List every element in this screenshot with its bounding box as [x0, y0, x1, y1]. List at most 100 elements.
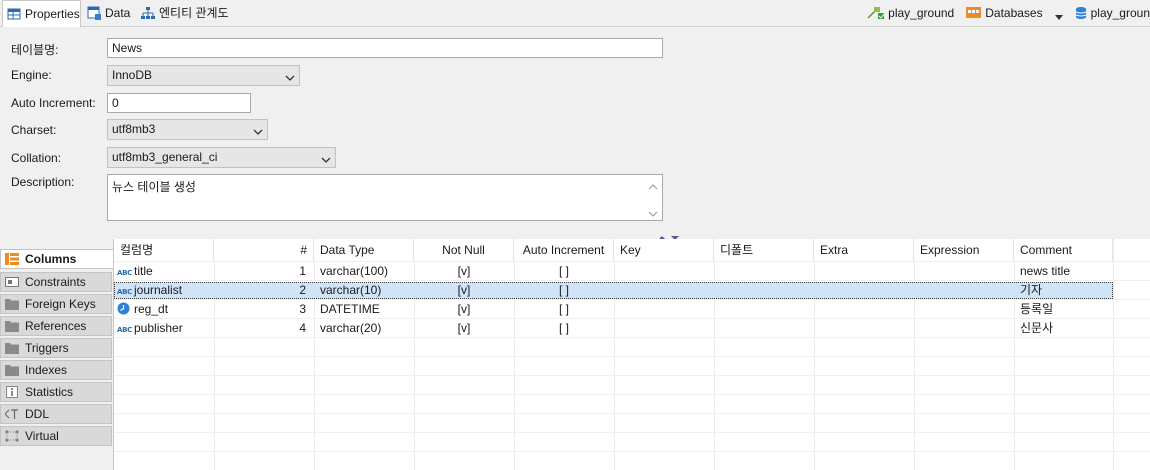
description-textarea[interactable]: 뉴스 테이블 생성: [107, 174, 663, 221]
folder-icon: [5, 320, 19, 332]
virtual-icon: [5, 430, 19, 442]
cell-auto-increment: [ ]: [558, 264, 569, 278]
cell-num: 2: [299, 283, 306, 297]
cell-auto-increment: [ ]: [558, 321, 569, 335]
cell-not-null: [v]: [457, 283, 471, 297]
side-tab-constraints[interactable]: Constraints: [0, 272, 112, 292]
side-tab-virtual[interactable]: Virtual: [0, 426, 112, 446]
collation-select[interactable]: utf8mb3_general_ci: [107, 147, 336, 168]
columns-grid[interactable]: 컬럼명 # Data Type Not Null Auto Increment …: [113, 239, 1150, 470]
side-tab-label: Indexes: [25, 363, 68, 377]
side-tab-indexes[interactable]: Indexes: [0, 360, 112, 380]
cell-num: 4: [299, 321, 306, 335]
cell-name: publisher: [134, 321, 183, 335]
scroll-up-icon[interactable]: [648, 180, 658, 190]
side-tab-references[interactable]: References: [0, 316, 112, 336]
cell-comment: 등록일: [1020, 302, 1054, 316]
collation-label: Collation:: [11, 151, 62, 165]
cell-comment: 신문사: [1020, 321, 1054, 335]
side-tab-label: DDL: [25, 407, 50, 421]
ddl-icon: [4, 408, 19, 420]
columns-icon: [5, 253, 19, 265]
cell-num: 3: [299, 302, 306, 316]
breadcrumb-connection[interactable]: play_ground: [867, 6, 954, 20]
side-tab-ddl[interactable]: DDL: [0, 404, 112, 424]
tab-label: 엔티티 관계도: [159, 6, 229, 20]
connection-icon: [867, 6, 885, 20]
cell-type: varchar(100): [320, 264, 389, 278]
folder-icon: [5, 364, 19, 376]
info-icon: [5, 386, 19, 398]
description-value: 뉴스 테이블 생성: [112, 180, 196, 194]
column-header[interactable]: Auto Increment: [514, 239, 614, 261]
column-header[interactable]: #: [214, 239, 314, 261]
column-header[interactable]: Data Type: [314, 239, 414, 261]
er-diagram-icon: [141, 6, 155, 20]
side-tab-statistics[interactable]: Statistics: [0, 382, 112, 402]
charset-label: Charset:: [11, 123, 57, 137]
engine-value: InnoDB: [112, 68, 153, 82]
text-type-icon: ABC: [117, 288, 132, 296]
table-name-label: 테이블명:: [11, 43, 59, 57]
engine-select[interactable]: InnoDB: [107, 65, 300, 86]
editor-tab-bar: Properties Data 엔티티 관계도 play_ground Data…: [0, 0, 1150, 27]
table-name-input[interactable]: News: [107, 38, 663, 58]
side-tab-label: Triggers: [25, 341, 69, 355]
column-header[interactable]: 컬럼명: [114, 239, 214, 261]
constraints-icon: [5, 276, 19, 288]
cell-num: 1: [299, 264, 306, 278]
cell-comment: news title: [1020, 264, 1071, 278]
tab-er-diagram[interactable]: 엔티티 관계도: [137, 0, 239, 25]
scroll-down-icon[interactable]: [648, 207, 658, 217]
side-tab-label: References: [25, 319, 87, 333]
side-tab-label: Foreign Keys: [25, 297, 96, 311]
folder-icon: [5, 342, 19, 354]
column-header[interactable]: Extra: [814, 239, 914, 261]
chevron-down-icon: [321, 151, 331, 163]
column-header[interactable]: Expression: [914, 239, 1014, 261]
cell-name: reg_dt: [134, 302, 169, 316]
breadcrumb-databases[interactable]: Databases: [966, 6, 1063, 20]
cell-comment: 기자: [1020, 283, 1043, 297]
side-tab-columns[interactable]: Columns: [0, 249, 113, 269]
clock-icon: [117, 302, 130, 315]
database-icon: [1075, 6, 1087, 20]
auto-increment-label: Auto Increment:: [11, 96, 96, 110]
cell-auto-increment: [ ]: [558, 302, 569, 316]
chevron-down-icon[interactable]: [1054, 10, 1063, 20]
tab-properties[interactable]: Properties: [2, 0, 81, 27]
description-label: Description:: [11, 175, 75, 189]
chevron-down-icon: [285, 69, 295, 81]
splitter-toggle-icon[interactable]: [658, 231, 682, 240]
text-type-icon: ABC: [117, 269, 132, 277]
column-header[interactable]: Comment: [1014, 239, 1113, 261]
tab-label: Data: [105, 5, 131, 20]
cell-name: journalist: [134, 283, 183, 297]
side-tab-label: Columns: [25, 252, 77, 266]
tab-data[interactable]: Data: [83, 0, 135, 25]
cell-type: varchar(10): [320, 283, 382, 297]
collation-value: utf8mb3_general_ci: [112, 150, 218, 164]
column-header[interactable]: Not Null: [414, 239, 514, 261]
text-type-icon: ABC: [117, 326, 132, 334]
engine-label: Engine:: [11, 68, 52, 82]
side-tab-label: Virtual: [25, 429, 59, 443]
breadcrumb: play_ground Databases play_groun: [867, 0, 1150, 25]
column-header[interactable]: 디폴트: [714, 239, 814, 261]
side-tab-label: Constraints: [25, 275, 86, 289]
charset-value: utf8mb3: [112, 122, 156, 136]
tab-label: Properties: [25, 7, 80, 21]
cell-not-null: [v]: [457, 264, 471, 278]
cell-name: title: [134, 264, 153, 278]
side-tab-foreign-keys[interactable]: Foreign Keys: [0, 294, 112, 314]
properties-icon: [7, 7, 21, 21]
breadcrumb-database[interactable]: play_groun: [1075, 6, 1150, 20]
breadcrumb-label: play_groun: [1090, 5, 1150, 20]
auto-increment-input[interactable]: 0: [107, 93, 251, 113]
cell-type: varchar(20): [320, 321, 382, 335]
column-header[interactable]: Key: [614, 239, 714, 261]
databases-folder-icon: [966, 6, 982, 19]
cell-not-null: [v]: [457, 321, 471, 335]
side-tab-triggers[interactable]: Triggers: [0, 338, 112, 358]
charset-select[interactable]: utf8mb3: [107, 119, 268, 140]
